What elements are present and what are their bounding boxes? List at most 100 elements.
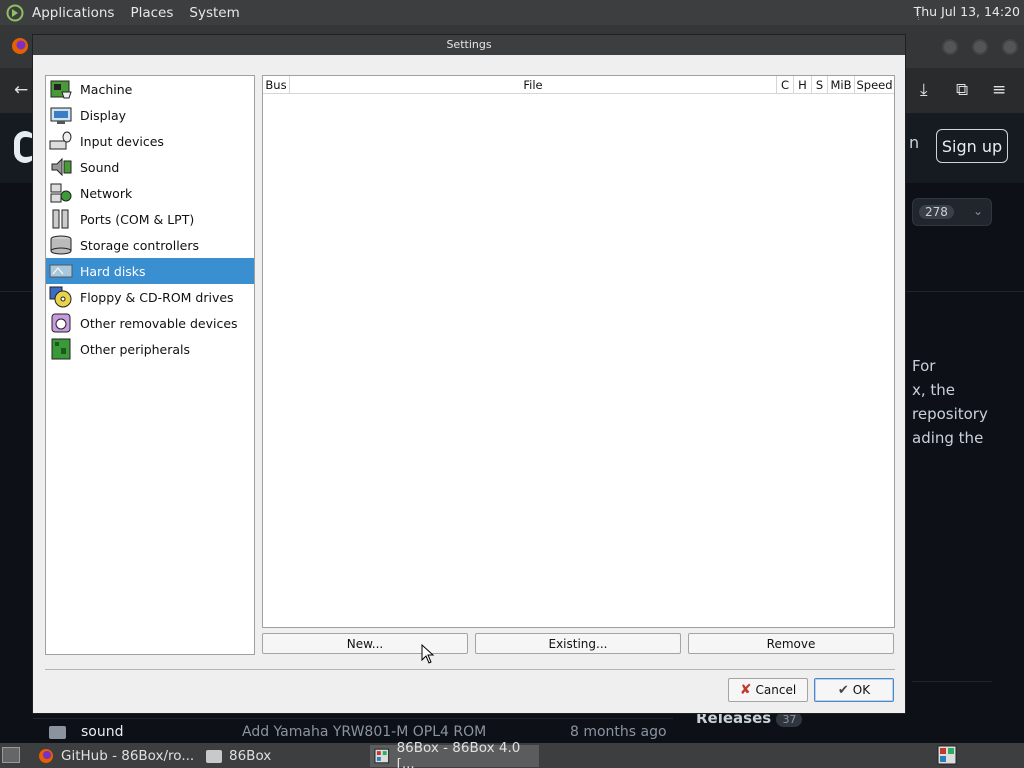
tray-86box-icon[interactable] — [937, 745, 957, 765]
task-label: 86Box - 86Box 4.0 [... — [396, 740, 521, 768]
86box-app-icon — [374, 748, 390, 764]
about-text-line: x, the — [912, 381, 956, 399]
file-row[interactable]: sound Add Yamaha YRW801-M OPL4 ROM 8 mon… — [33, 718, 673, 746]
star-count-value: 278 — [919, 205, 954, 219]
folder-icon — [49, 726, 66, 739]
folder-icon — [206, 749, 222, 763]
show-desktop-icon[interactable] — [2, 747, 20, 763]
cancel-label: Cancel — [755, 683, 797, 697]
file-row-commit[interactable]: Add Yamaha YRW801-M OPL4 ROM — [242, 724, 486, 740]
dialog-title: Settings — [33, 35, 905, 55]
firefox-icon — [11, 37, 29, 59]
category-label: Hard disks — [80, 263, 146, 279]
sign-in-link[interactable]: n — [909, 133, 919, 152]
task-label: 86Box — [229, 748, 272, 764]
category-storage-controllers[interactable]: Storage controllers — [46, 232, 254, 258]
column-header-h[interactable]: H — [794, 76, 812, 93]
category-machine[interactable]: Machine — [46, 76, 254, 102]
category-label: Machine — [80, 81, 133, 97]
ports-icon — [48, 207, 74, 231]
column-header-mib[interactable]: MiB — [828, 76, 855, 93]
floppy-cdrom-icon — [48, 285, 74, 309]
remove-disk-button[interactable]: Remove — [688, 633, 894, 654]
star-count[interactable]: 278 ⌄ — [912, 198, 992, 226]
category-label: Other peripherals — [80, 341, 191, 357]
ok-button[interactable]: ✔ OK — [814, 678, 894, 702]
category-label: Floppy & CD-ROM drives — [80, 289, 234, 305]
maximize-window-icon[interactable] — [972, 39, 988, 55]
clock[interactable]: Thu Jul 13, 14:20 — [914, 4, 1020, 19]
category-sound[interactable]: Sound — [46, 154, 254, 180]
task-label: GitHub - 86Box/ro... — [61, 748, 195, 764]
network-icon — [48, 181, 74, 205]
file-row-name[interactable]: sound — [81, 724, 124, 740]
about-text-line: For — [912, 357, 936, 375]
existing-disk-label: Existing... — [548, 636, 608, 651]
top-panel: Applications Places System Thu Jul 13, 1… — [0, 0, 1024, 25]
file-row-time: 8 months ago — [570, 724, 667, 740]
task-86box-app[interactable]: 86Box - 86Box 4.0 [... — [370, 740, 539, 768]
table-header: Bus File C H S MiB Speed — [263, 76, 894, 94]
mouse-cursor-icon — [421, 644, 435, 664]
about-text-line: ading the — [912, 429, 984, 447]
category-ports[interactable]: Ports (COM & LPT) — [46, 206, 254, 232]
category-label: Display — [80, 107, 127, 123]
category-label: Storage controllers — [80, 237, 200, 253]
peripherals-icon — [48, 337, 74, 361]
firefox-icon — [39, 749, 53, 763]
column-header-s[interactable]: S — [812, 76, 828, 93]
remove-disk-label: Remove — [766, 636, 816, 651]
new-disk-button[interactable]: New... — [262, 633, 468, 654]
category-list: Machine Display Input devices Sound Netw… — [45, 75, 255, 655]
divider — [912, 681, 992, 682]
cancel-button[interactable]: ✘ Cancel — [728, 678, 808, 702]
category-label: Ports (COM & LPT) — [80, 211, 195, 227]
column-header-c[interactable]: C — [777, 76, 794, 93]
category-network[interactable]: Network — [46, 180, 254, 206]
machine-icon — [48, 77, 74, 101]
extensions-icon[interactable]: ⧉ — [956, 80, 968, 100]
category-removable-devices[interactable]: Other removable devices — [46, 310, 254, 336]
hamburger-menu-icon[interactable]: ≡ — [992, 80, 1006, 100]
cancel-icon: ✘ — [739, 682, 752, 698]
about-text-line: repository — [912, 405, 988, 423]
category-input-devices[interactable]: Input devices — [46, 128, 254, 154]
distro-logo-icon[interactable] — [6, 4, 24, 22]
category-display[interactable]: Display — [46, 102, 254, 128]
category-label: Other removable devices — [80, 315, 238, 331]
dialog-divider — [45, 669, 895, 670]
category-label: Sound — [80, 159, 120, 175]
menu-applications[interactable]: Applications — [24, 5, 122, 21]
hard-disk-table[interactable]: Bus File C H S MiB Speed — [262, 75, 895, 628]
input-devices-icon — [48, 129, 74, 153]
back-arrow-icon[interactable]: ← — [14, 80, 28, 100]
releases-count: 37 — [776, 712, 803, 727]
column-header-speed[interactable]: Speed — [855, 76, 894, 93]
close-window-icon[interactable] — [1002, 39, 1018, 55]
storage-icon — [48, 233, 74, 257]
column-header-bus[interactable]: Bus — [263, 76, 290, 93]
ok-label: OK — [852, 683, 871, 697]
sign-up-button[interactable]: Sign up — [936, 129, 1008, 163]
removable-devices-icon — [48, 311, 74, 335]
display-icon — [48, 103, 74, 127]
chevron-down-icon[interactable]: ⌄ — [973, 204, 983, 218]
menu-places[interactable]: Places — [122, 5, 181, 21]
category-label: Network — [80, 185, 133, 201]
task-86box-folder[interactable]: 86Box — [206, 745, 356, 767]
download-icon[interactable]: ⤓ — [920, 80, 928, 100]
task-github[interactable]: GitHub - 86Box/ro... — [38, 745, 198, 767]
ok-icon: ✔ — [837, 682, 849, 698]
new-disk-label: New... — [346, 636, 384, 651]
column-header-file[interactable]: File — [290, 76, 777, 93]
existing-disk-button[interactable]: Existing... — [475, 633, 681, 654]
hard-disk-icon — [48, 259, 74, 283]
menu-system[interactable]: System — [181, 5, 247, 21]
minimize-window-icon[interactable] — [942, 39, 958, 55]
taskbar: GitHub - 86Box/ro... 86Box 86Box - 86Box… — [0, 740, 1024, 768]
category-hard-disks[interactable]: Hard disks — [46, 258, 254, 284]
settings-dialog: Settings Machine Display Input devices S… — [32, 34, 906, 714]
category-floppy-cdrom[interactable]: Floppy & CD-ROM drives — [46, 284, 254, 310]
sound-icon — [48, 155, 74, 179]
category-other-peripherals[interactable]: Other peripherals — [46, 336, 254, 362]
